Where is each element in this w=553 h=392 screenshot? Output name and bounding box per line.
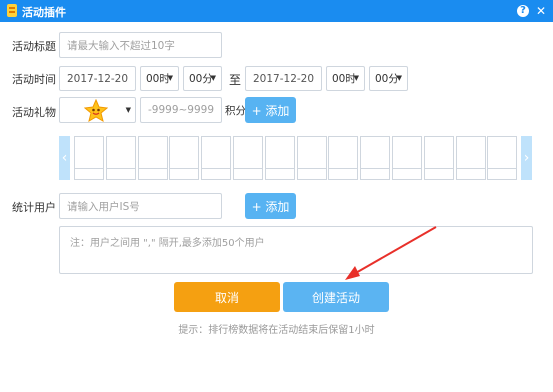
title-label: 活动标题 — [12, 40, 56, 53]
gift-slot[interactable] — [74, 136, 104, 180]
chevron-down-icon: ▼ — [353, 74, 359, 82]
gift-slot-footer — [424, 168, 453, 179]
time-label: 活动时间 — [12, 73, 56, 86]
points-input[interactable]: -9999~9999 — [140, 97, 222, 123]
gift-slot[interactable] — [201, 136, 232, 180]
start-hour-value: 00时 — [146, 73, 170, 85]
carousel-prev-icon[interactable]: ‹ — [59, 136, 70, 180]
title-input[interactable]: 请最大输入不超过10字 — [59, 32, 222, 58]
gift-slot-footer — [138, 168, 167, 179]
gift-slot-footer — [265, 168, 294, 179]
gift-slot-footer — [488, 168, 517, 179]
gift-slot-footer — [75, 168, 103, 179]
user-list-textarea[interactable]: 注：用户之间用 "," 隔开,最多添加50个用户 — [59, 226, 533, 274]
end-hour-select[interactable]: 00时 ▼ — [326, 66, 365, 91]
gift-slot[interactable] — [328, 136, 359, 180]
add-gift-button[interactable]: + 添加 — [245, 97, 296, 123]
gift-slot-footer — [297, 168, 326, 179]
gift-label: 活动礼物 — [12, 106, 56, 119]
gift-slot-footer — [106, 168, 135, 179]
user-note-text: 注：用户之间用 "," 隔开,最多添加50个用户 — [70, 238, 265, 249]
gift-slot[interactable] — [296, 136, 327, 180]
end-hour-value: 00时 — [332, 73, 356, 85]
star-gift-icon — [84, 99, 108, 122]
end-minute-value: 00分 — [375, 73, 399, 85]
hint-text: 提示：排行榜数据将在活动结束后保留1小时 — [178, 325, 375, 336]
gift-slot[interactable] — [487, 136, 518, 180]
time-separator: 至 — [229, 73, 242, 87]
gift-slot-footer — [393, 168, 421, 179]
start-minute-select[interactable]: 00分 ▼ — [183, 66, 222, 91]
points-unit-label: 积分 — [225, 105, 246, 117]
gift-slot-footer — [456, 168, 485, 179]
title-bar: 活动插件 ? ✕ — [0, 0, 553, 22]
gift-logo-icon — [7, 4, 17, 17]
gift-slot-footer — [361, 168, 390, 179]
gift-select[interactable]: ▼ — [59, 97, 136, 123]
help-icon[interactable]: ? — [517, 5, 529, 17]
create-activity-button[interactable]: 创建活动 — [283, 282, 389, 312]
start-hour-select[interactable]: 00时 ▼ — [140, 66, 179, 91]
gift-slot[interactable] — [264, 136, 295, 180]
chevron-down-icon: ▼ — [210, 74, 216, 82]
end-date-input[interactable]: 2017-12-20 — [245, 66, 322, 91]
chevron-down-icon: ▼ — [125, 106, 131, 114]
gift-slot-footer — [170, 168, 199, 179]
gift-slot-footer — [234, 168, 262, 179]
gift-slot[interactable] — [455, 136, 486, 180]
gift-slot[interactable] — [105, 136, 136, 180]
close-icon[interactable]: ✕ — [534, 4, 548, 18]
gift-slot[interactable] — [392, 136, 422, 180]
user-id-input[interactable]: 请输入用户IS号 — [59, 193, 222, 219]
gift-slot[interactable] — [423, 136, 454, 180]
add-user-button[interactable]: + 添加 — [245, 193, 296, 219]
users-label: 统计用户 — [12, 201, 56, 214]
gift-slot[interactable] — [233, 136, 263, 180]
gift-slot-footer — [329, 168, 358, 179]
cancel-button[interactable]: 取消 — [174, 282, 280, 312]
end-minute-select[interactable]: 00分 ▼ — [369, 66, 408, 91]
gift-slot-footer — [202, 168, 231, 179]
start-minute-value: 00分 — [189, 73, 213, 85]
gift-slot[interactable] — [169, 136, 200, 180]
chevron-down-icon: ▼ — [167, 74, 173, 82]
start-date-input[interactable]: 2017-12-20 — [59, 66, 136, 91]
gift-slot[interactable] — [360, 136, 391, 180]
chevron-down-icon: ▼ — [396, 74, 402, 82]
gift-slot[interactable] — [137, 136, 168, 180]
window-title: 活动插件 — [22, 6, 66, 19]
carousel-next-icon[interactable]: › — [521, 136, 532, 180]
